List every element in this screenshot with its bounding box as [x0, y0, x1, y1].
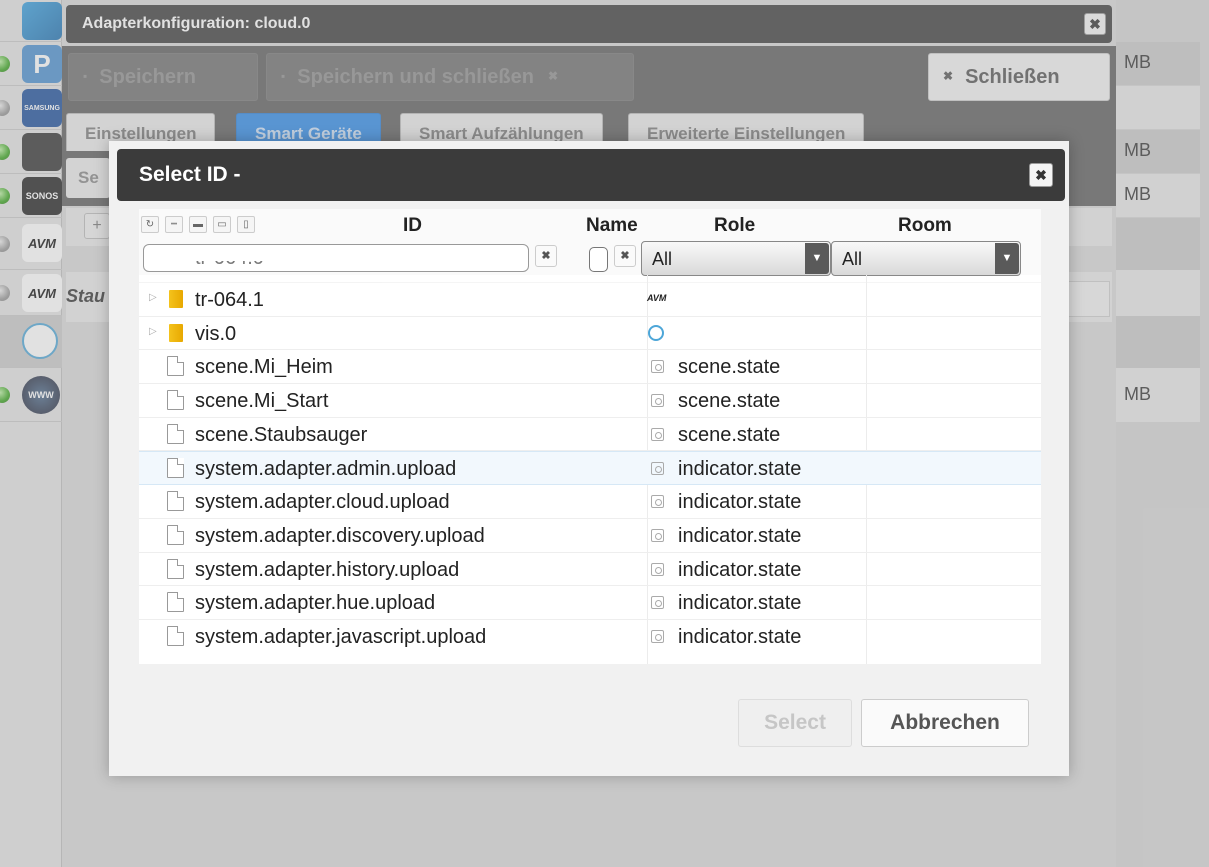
folder-icon: [169, 323, 183, 342]
table-row[interactable]: system.adapter.javascript.upload indicat…: [139, 620, 1041, 654]
object-role: scene.state: [678, 356, 781, 379]
object-role: indicator.state: [678, 625, 802, 648]
object-id: scene.Staubsauger: [195, 423, 368, 446]
close-icon[interactable]: ✖: [1029, 163, 1053, 187]
folder-expand-icon[interactable]: ▭: [213, 216, 231, 233]
object-id: scene.Mi_Start: [195, 390, 329, 413]
object-role: indicator.state: [678, 558, 802, 581]
state-icon: [651, 394, 664, 408]
object-id: tr-064.1: [195, 289, 264, 311]
object-role: indicator.state: [678, 592, 802, 615]
select-id-dialog: Select ID - ✖ ↻ ┅ ▬ ▭ ▯ ID Name Role Roo…: [109, 141, 1069, 776]
object-role: indicator.state: [678, 458, 802, 481]
select-dialog-titlebar: Select ID - ✖: [117, 149, 1065, 201]
expand-arrow-icon[interactable]: ▷: [149, 292, 157, 303]
table-row[interactable]: ▷ vis.0: [139, 317, 1041, 351]
object-id: scene.Mi_Heim: [195, 356, 333, 379]
file-icon: [167, 390, 184, 411]
file-icon: [167, 423, 184, 444]
object-id: system.adapter.hue.upload: [195, 592, 436, 615]
state-icon: [651, 360, 664, 374]
object-role: indicator.state: [678, 524, 802, 547]
state-icon: [651, 629, 664, 643]
object-role: scene.state: [678, 390, 781, 413]
file-icon: [167, 592, 184, 613]
object-id: system.adapter.history.upload: [195, 558, 460, 581]
table-row[interactable]: scene.Mi_Heim scene.state: [139, 350, 1041, 385]
cancel-button[interactable]: Abbrechen: [861, 699, 1029, 747]
column-header-name: Name: [586, 215, 638, 236]
table-row[interactable]: scene.Mi_Start scene.state: [139, 384, 1041, 418]
table-row[interactable]: system.adapter.admin.upload indicator.st…: [139, 451, 1041, 486]
table-row[interactable]: system.adapter.discovery.upload indicato…: [139, 519, 1041, 553]
tree-rows: tr-064.0 ▷ tr-064.1 AVM ▷ vis.0 scene.Mi…: [139, 261, 1041, 654]
object-role: scene.state: [678, 423, 781, 446]
state-icon: [651, 427, 664, 441]
column-header-role: Role: [714, 215, 756, 236]
columns-icon[interactable]: ▯: [237, 216, 255, 233]
file-icon: [167, 558, 184, 579]
file-icon: [167, 458, 184, 479]
column-header-room: Room: [898, 215, 952, 236]
object-id: system.adapter.javascript.upload: [195, 625, 487, 648]
state-icon: [651, 495, 664, 509]
table-row[interactable]: system.adapter.history.upload indicator.…: [139, 553, 1041, 587]
expand-arrow-icon[interactable]: ▷: [149, 326, 157, 337]
state-icon: [651, 528, 664, 542]
refresh-icon[interactable]: ↻: [141, 216, 159, 233]
table-row[interactable]: ▷ tr-064.1 AVM: [139, 283, 1041, 317]
column-header-id: ID: [403, 215, 422, 236]
folder-collapse-icon[interactable]: ▬: [189, 216, 207, 233]
object-tree-grid: ↻ ┅ ▬ ▭ ▯ ID Name Role Room ✖ ✖ All ▼ Al…: [139, 209, 1041, 664]
state-icon: [651, 462, 664, 476]
table-row[interactable]: tr-064.0: [139, 261, 1041, 283]
gauge-icon: [648, 324, 664, 341]
file-icon: [167, 524, 184, 545]
state-icon: [651, 596, 664, 610]
object-id: system.adapter.cloud.upload: [195, 491, 450, 514]
table-row[interactable]: scene.Staubsauger scene.state: [139, 418, 1041, 452]
file-icon: [167, 356, 184, 377]
object-id: system.adapter.admin.upload: [195, 458, 457, 481]
object-id: vis.0: [195, 322, 237, 345]
file-icon: [167, 491, 184, 512]
select-dialog-title: Select ID -: [139, 163, 241, 186]
list-icon[interactable]: ┅: [165, 216, 183, 233]
table-row[interactable]: system.adapter.hue.upload indicator.stat…: [139, 586, 1041, 620]
table-row[interactable]: system.adapter.cloud.upload indicator.st…: [139, 485, 1041, 519]
object-id: system.adapter.discovery.upload: [195, 524, 485, 547]
folder-icon: [169, 290, 183, 308]
state-icon: [651, 562, 664, 576]
avm-icon: AVM: [647, 293, 667, 303]
file-icon: [167, 625, 184, 646]
object-role: indicator.state: [678, 491, 802, 514]
select-button[interactable]: Select: [738, 699, 852, 747]
